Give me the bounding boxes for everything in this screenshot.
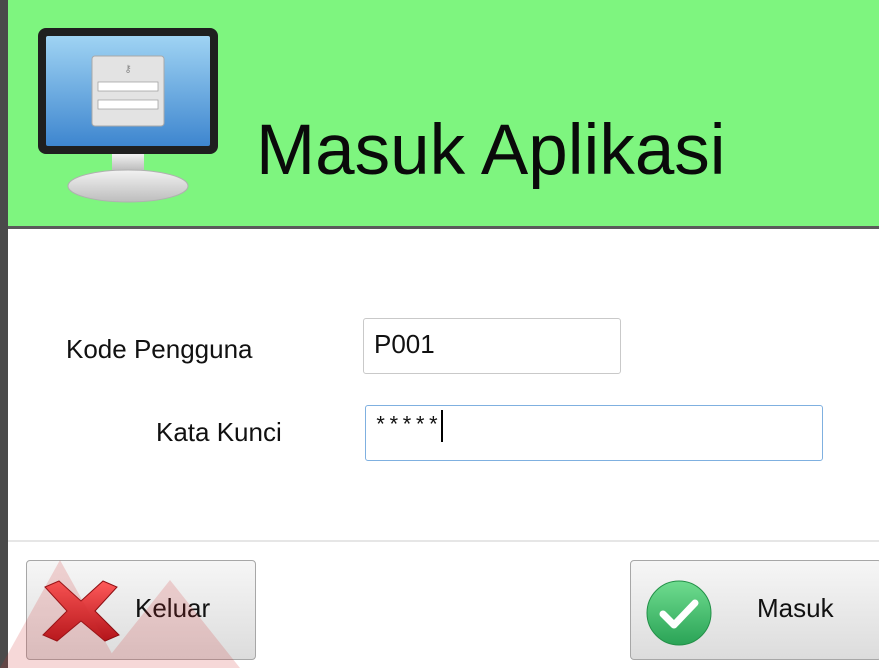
footer-bar: Keluar Masuk (8, 542, 879, 668)
red-x-icon (42, 580, 120, 642)
page-title: Masuk Aplikasi (256, 111, 726, 190)
window-left-border (0, 0, 8, 668)
kode-pengguna-input[interactable]: P001 (363, 318, 621, 374)
kata-kunci-label: Kata Kunci (156, 417, 282, 447)
login-form: Kode Pengguna P001 Kata Kunci ***** (8, 229, 879, 540)
header-banner: ⚷ Masuk Aplikasi (8, 0, 879, 229)
kode-pengguna-label: Kode Pengguna (66, 334, 253, 364)
green-check-icon (646, 580, 712, 646)
keluar-label: Keluar (135, 593, 211, 623)
keluar-button[interactable]: Keluar (26, 560, 256, 660)
login-window: ⚷ Masuk Aplikasi Kode Pengguna P001 Kata… (0, 0, 879, 668)
svg-text:⚷: ⚷ (124, 64, 131, 75)
masuk-label: Masuk (757, 593, 834, 623)
kata-kunci-input[interactable]: ***** (365, 405, 823, 461)
monitor-login-icon: ⚷ (38, 28, 218, 203)
masuk-button[interactable]: Masuk (630, 560, 879, 660)
kata-kunci-value: ***** (374, 413, 441, 439)
text-caret (441, 410, 444, 442)
